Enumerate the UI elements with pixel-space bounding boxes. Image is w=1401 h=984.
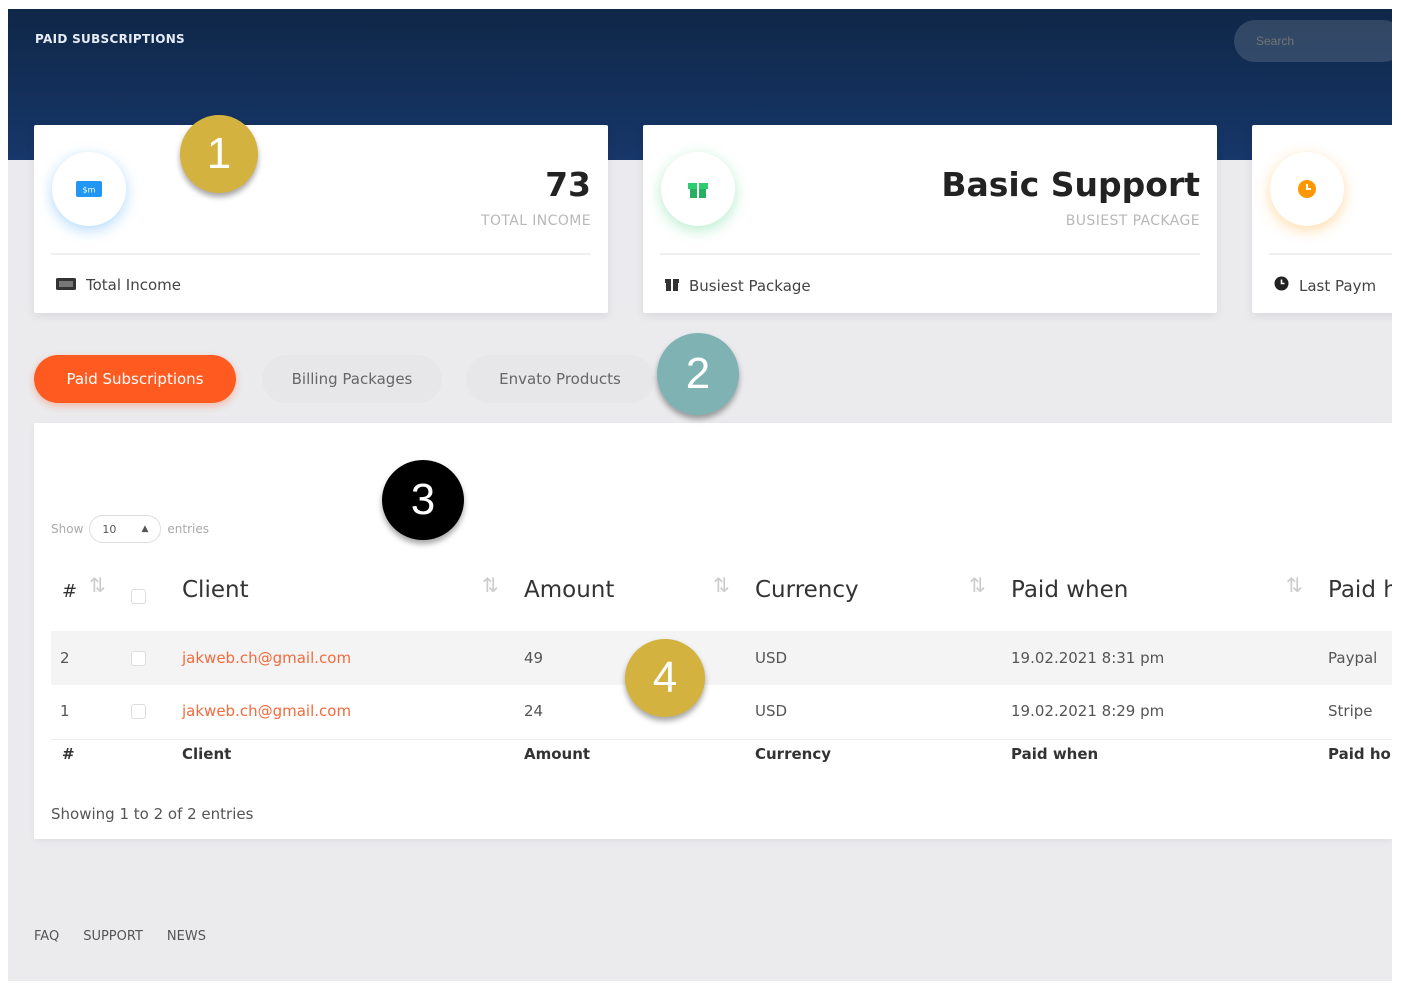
footer-header-paid-when: Paid when <box>1011 745 1099 763</box>
card-footer-label: Last Paym <box>1299 276 1377 295</box>
cell-paid-when: 19.02.2021 8:29 pm <box>1011 702 1165 720</box>
card-divider <box>51 253 591 255</box>
table-row: 1 jakweb.ch@gmail.com 24 USD 19.02.2021 … <box>51 685 1392 740</box>
gift-icon <box>661 152 735 226</box>
stat-card-total-income: $m 73 TOTAL INCOME Total Income <box>34 125 608 313</box>
cell-currency: USD <box>755 649 788 667</box>
cell-paid-how: Paypal <box>1328 649 1378 667</box>
footer-nav: FAQ SUPPORT NEWS <box>34 929 206 944</box>
cell-currency: USD <box>755 702 788 720</box>
footer-header-number: # <box>62 745 75 763</box>
card-footer: Total Income <box>56 276 181 294</box>
tab-paid-subscriptions[interactable]: Paid Subscriptions <box>34 355 236 403</box>
entries-length-control: Show 10 ▲︎ entries <box>51 515 209 543</box>
cell-number: 2 <box>60 649 70 667</box>
card-footer: Busiest Package <box>665 276 811 295</box>
clock-icon <box>1270 152 1344 226</box>
footer-link-support[interactable]: SUPPORT <box>83 929 143 944</box>
money-bill-icon <box>56 276 76 294</box>
footer-header-paid-how: Paid ho <box>1328 745 1391 763</box>
table-row: 2 jakweb.ch@gmail.com 49 USD 19.02.2021 … <box>51 631 1392 685</box>
annotation-marker-2: 2 <box>657 333 739 415</box>
column-header-number[interactable]: # <box>62 581 77 602</box>
column-header-amount[interactable]: Amount <box>524 577 614 603</box>
entries-label: entries <box>167 522 209 536</box>
row-checkbox[interactable] <box>131 704 146 719</box>
gift-icon <box>665 276 679 295</box>
entries-select[interactable]: 10 ▲︎ <box>89 515 162 543</box>
total-income-subtitle: TOTAL INCOME <box>481 213 591 229</box>
tab-envato-products[interactable]: Envato Products <box>466 355 654 403</box>
annotation-marker-1: 1 <box>180 115 258 193</box>
subscriptions-panel: Show 10 ▲︎ entries # ⇅ Client ⇅ Amount ⇅… <box>34 423 1392 839</box>
entries-select-value: 10 <box>102 522 117 536</box>
busiest-package-subtitle: BUSIEST PACKAGE <box>1065 213 1200 229</box>
sort-icon[interactable]: ⇅ <box>969 573 986 597</box>
column-header-paid-when[interactable]: Paid when <box>1011 577 1128 603</box>
cell-amount: 24 <box>524 702 544 720</box>
sort-icon[interactable]: ⇅ <box>89 573 106 597</box>
select-all-checkbox[interactable] <box>131 589 146 604</box>
sort-icon[interactable]: ⇅ <box>713 573 730 597</box>
stat-card-busiest-package: Basic Support BUSIEST PACKAGE Busiest Pa… <box>643 125 1217 313</box>
busiest-package-value: Basic Support <box>941 165 1200 204</box>
money-bill-icon: $m <box>52 152 126 226</box>
app-window: PAID SUBSCRIPTIONS $m 73 TOTAL INCOME To… <box>8 9 1392 981</box>
sort-icon[interactable]: ⇅ <box>482 573 499 597</box>
row-checkbox[interactable] <box>131 651 146 666</box>
clock-icon <box>1274 276 1289 295</box>
cell-client-link[interactable]: jakweb.ch@gmail.com <box>182 702 351 720</box>
sort-icon[interactable]: ⇅ <box>1286 573 1303 597</box>
svg-text:$m: $m <box>83 186 96 195</box>
select-arrows-icon: ▲︎ <box>141 524 149 534</box>
table-info: Showing 1 to 2 of 2 entries <box>51 805 254 823</box>
column-header-paid-how[interactable]: Paid h <box>1328 577 1392 603</box>
footer-link-news[interactable]: NEWS <box>167 929 206 944</box>
footer-header-client: Client <box>182 745 232 763</box>
footer-header-amount: Amount <box>524 745 591 763</box>
footer-link-faq[interactable]: FAQ <box>34 929 59 944</box>
column-header-currency[interactable]: Currency <box>755 577 859 603</box>
annotation-marker-4: 4 <box>625 639 705 717</box>
card-footer: Last Paym <box>1274 276 1376 295</box>
page-title: PAID SUBSCRIPTIONS <box>35 32 186 46</box>
cell-paid-when: 19.02.2021 8:31 pm <box>1011 649 1165 667</box>
show-label: Show <box>51 522 84 536</box>
card-footer-label: Busiest Package <box>689 276 811 295</box>
total-income-value: 73 <box>545 165 591 204</box>
cell-paid-how: Stripe <box>1328 702 1373 720</box>
cell-number: 1 <box>60 702 70 720</box>
card-divider <box>660 253 1200 255</box>
search-input[interactable] <box>1234 20 1392 62</box>
tab-billing-packages[interactable]: Billing Packages <box>262 355 442 403</box>
card-footer-label: Total Income <box>86 276 181 294</box>
card-divider <box>1269 253 1392 255</box>
stat-card-last-payment: Last Paym <box>1252 125 1392 313</box>
annotation-marker-3: 3 <box>382 460 464 540</box>
footer-header-currency: Currency <box>755 745 832 763</box>
cell-client-link[interactable]: jakweb.ch@gmail.com <box>182 649 351 667</box>
cell-amount: 49 <box>524 649 544 667</box>
column-header-client[interactable]: Client <box>182 577 249 603</box>
